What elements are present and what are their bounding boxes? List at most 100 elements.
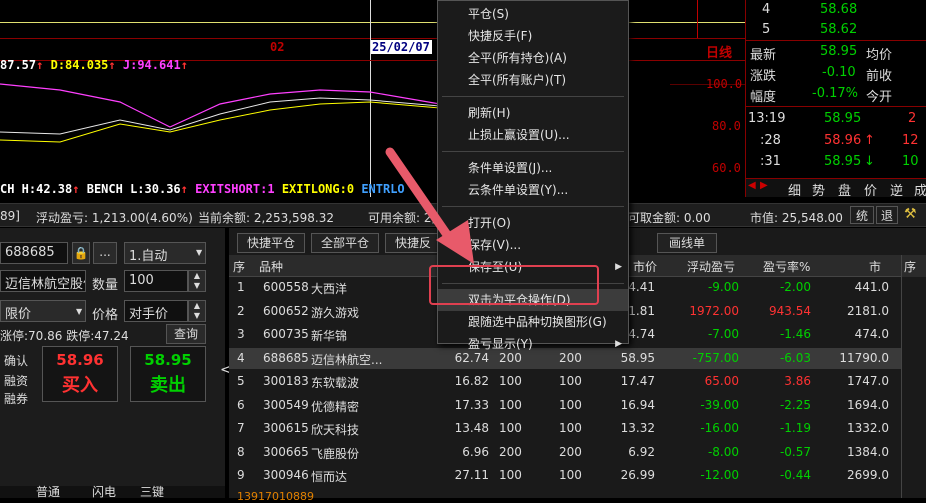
cell-name: 游久游戏 bbox=[311, 305, 360, 320]
cell-market-value: 2181.0 bbox=[847, 303, 889, 318]
tab-book[interactable]: 盘 bbox=[838, 180, 851, 199]
menu-item[interactable]: 全平(所有账户)(T) bbox=[438, 69, 628, 91]
margin-financing-checkbox[interactable]: 融资 bbox=[4, 372, 28, 389]
buy-label: 买入 bbox=[62, 375, 98, 396]
price-stepper[interactable]: ▲ ▼ bbox=[188, 300, 206, 322]
tab-price[interactable]: 价 bbox=[864, 180, 877, 199]
bench-h-arrow: ↑ bbox=[72, 182, 80, 196]
cell-price: 17.47 bbox=[620, 374, 655, 388]
cell-qty: 100 bbox=[499, 468, 522, 482]
col-float-pnl[interactable]: 浮动盈亏 bbox=[687, 258, 735, 275]
tab-reverse[interactable]: 逆 bbox=[890, 180, 903, 199]
tab-next-icon[interactable]: ▶ bbox=[760, 180, 768, 191]
menu-item[interactable]: 平仓(S) bbox=[438, 3, 628, 25]
menu-item[interactable]: 刷新(H) bbox=[438, 102, 628, 124]
menu-item-label: 刷新(H) bbox=[468, 106, 511, 120]
cell-pnl-rate: 943.54 bbox=[769, 303, 811, 318]
exit-button[interactable]: 退 bbox=[876, 206, 898, 224]
period-label: 日线 bbox=[706, 46, 733, 61]
price-input[interactable]: 对手价 bbox=[124, 300, 188, 322]
more-button[interactable]: ... bbox=[93, 242, 117, 264]
close-all-button[interactable]: 全部平仓 bbox=[311, 233, 379, 253]
table-row[interactable]: 7 300615 欣天科技 13.48 100 100 13.32 -16.00 -1.19 13… bbox=[229, 418, 901, 439]
query-button[interactable]: 查询 bbox=[166, 324, 206, 344]
cell-index: 7 bbox=[237, 421, 245, 435]
order-book-row: 5 58.62 bbox=[746, 20, 926, 41]
sell-button[interactable]: 58.95 卖出 bbox=[130, 346, 206, 402]
cell-code: 600735 bbox=[263, 327, 309, 341]
table-row[interactable]: 8 300665 飞鹿股份 6.96 200 200 6.92 -8.00 -0.57 1384.… bbox=[229, 442, 901, 463]
price-type-select[interactable]: 限价 bbox=[0, 300, 86, 322]
side-table bbox=[901, 277, 926, 498]
cell-float-pnl: -8.00 bbox=[707, 444, 739, 459]
menu-item[interactable]: 盈亏显示(Y) ▶ bbox=[438, 333, 628, 355]
cell-cost: 6.96 bbox=[462, 444, 489, 459]
buy-button[interactable]: 58.96 买入 bbox=[42, 346, 118, 402]
bench-l: BENCH L:30.36 bbox=[86, 182, 181, 196]
col-serial[interactable]: 序号 bbox=[901, 255, 926, 291]
axis-label-60: 60.0 bbox=[712, 161, 741, 175]
cell-market-value: 2699.0 bbox=[847, 468, 889, 482]
cell-market-value: 441.0 bbox=[854, 280, 889, 294]
cell-code: 600558 bbox=[263, 280, 309, 294]
tab-normal[interactable]: 普通 bbox=[36, 483, 60, 500]
book-price: 58.68 bbox=[820, 2, 858, 17]
draw-order-button[interactable]: 画线单 bbox=[657, 233, 717, 253]
cell-code: 300183 bbox=[263, 374, 309, 388]
cell-qty: 100 bbox=[499, 421, 522, 435]
cell-index: 8 bbox=[237, 444, 245, 459]
cell-available: 100 bbox=[559, 468, 582, 482]
tab-prev-icon[interactable]: ◀ bbox=[748, 180, 756, 191]
cell-name: 飞鹿股份 bbox=[311, 446, 360, 461]
quote-latest-row: 最新 58.95 均价 bbox=[746, 42, 926, 63]
col-pnl-rate[interactable]: 盈亏率% bbox=[763, 258, 810, 275]
cell-price: 4.74 bbox=[628, 327, 655, 341]
tick-row: 13:19 58.95 2 bbox=[746, 109, 926, 130]
tick-arrow-down-icon: ↓ bbox=[864, 154, 875, 169]
tab-three-key[interactable]: 三键 bbox=[140, 483, 164, 500]
tab-flash[interactable]: 闪电 bbox=[92, 483, 116, 500]
col-symbol[interactable]: 品种 bbox=[259, 258, 283, 275]
quantity-input[interactable]: 100 bbox=[124, 270, 188, 292]
cell-market-value: 11790.0 bbox=[839, 350, 889, 365]
order-entry-panel: 688685 🔒 ... 1.自动 ▼ 迈信林航空股份 数量 100 ▲▼ 限价… bbox=[0, 228, 225, 500]
cell-market-value: 474.0 bbox=[854, 327, 889, 341]
chart-date-left: 02 bbox=[270, 40, 285, 54]
cell-float-pnl: -12.00 bbox=[700, 468, 739, 482]
col-market-value[interactable]: 市 bbox=[869, 258, 881, 275]
quick-close-button[interactable]: 快捷平仓 bbox=[237, 233, 305, 253]
quantity-stepper[interactable]: ▲ ▼ bbox=[188, 270, 206, 292]
menu-item-label: 跟随选中品种切换图形(G) bbox=[468, 315, 607, 329]
book-level: 4 bbox=[762, 2, 771, 17]
tab-trend[interactable]: 势 bbox=[812, 180, 825, 199]
stock-code-input[interactable]: 688685 bbox=[0, 242, 68, 264]
short-selling-checkbox[interactable]: 融券 bbox=[4, 390, 28, 407]
avg-label: 均价 bbox=[866, 48, 893, 63]
table-row[interactable]: 5 300183 东软载波 16.82 100 100 17.47 65.00 3.86 1747… bbox=[229, 371, 901, 392]
table-row[interactable]: 9 300946 恒而达 27.11 100 100 26.99 -12.00 -0.44 269… bbox=[229, 465, 901, 486]
prev-close-label: 前收 bbox=[866, 69, 893, 84]
cell-market-value: 1747.0 bbox=[847, 374, 889, 388]
tab-detail[interactable]: 细 bbox=[788, 180, 801, 199]
menu-item[interactable]: 跟随选中品种切换图形(G) bbox=[438, 311, 628, 333]
menu-item[interactable]: 快捷反手(F) bbox=[438, 25, 628, 47]
col-market-price[interactable]: 市价 bbox=[633, 258, 657, 275]
kline-chart[interactable]: 02 25/02/07 日线 87.57↑ D:84.035↑ J:94.641… bbox=[0, 0, 745, 197]
kdj-curves bbox=[0, 83, 440, 143]
cell-pnl-rate: -0.57 bbox=[779, 444, 811, 459]
lock-icon[interactable]: 🔒 bbox=[72, 242, 90, 264]
mode-select[interactable]: 1.自动 bbox=[124, 242, 206, 264]
cell-index: 3 bbox=[237, 327, 245, 341]
tools-icon[interactable]: ⚒ bbox=[904, 206, 917, 222]
tab-trades[interactable]: 成 bbox=[914, 180, 926, 199]
stats-button[interactable]: 统 bbox=[850, 206, 874, 224]
cell-cost: 16.82 bbox=[454, 374, 489, 388]
table-row[interactable]: 6 300549 优德精密 17.33 100 100 16.94 -39.00 -2.25 16… bbox=[229, 395, 901, 416]
tick-time: 13:19 bbox=[748, 111, 786, 126]
confirm-checkbox[interactable]: 确认 bbox=[4, 352, 28, 369]
pointer-arrow-icon bbox=[385, 147, 474, 264]
cell-pnl-rate: -0.44 bbox=[779, 468, 811, 482]
menu-item[interactable]: 全平(所有持仓)(A) bbox=[438, 47, 628, 69]
cell-market-value: 1384.0 bbox=[847, 444, 889, 459]
col-index[interactable]: 序 bbox=[233, 258, 245, 275]
